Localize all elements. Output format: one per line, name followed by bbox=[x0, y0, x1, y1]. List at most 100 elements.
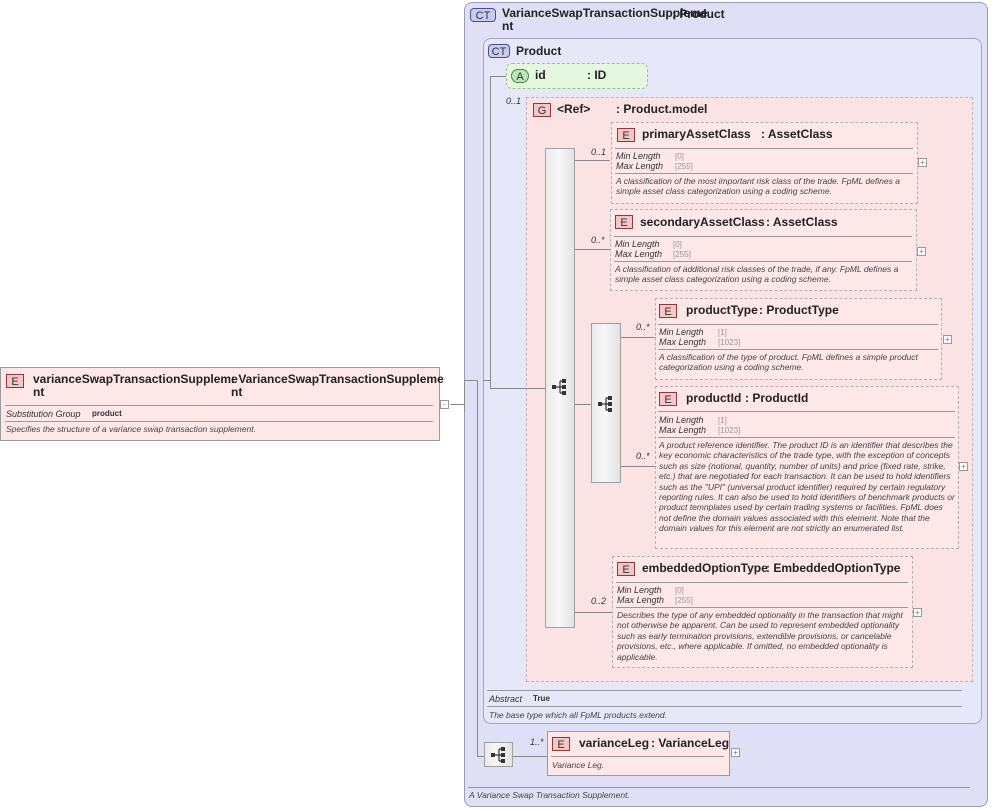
max-length-value: [1023] bbox=[718, 426, 741, 435]
divider bbox=[658, 437, 955, 438]
element-type: : ProductType bbox=[759, 303, 839, 317]
divider bbox=[615, 173, 913, 174]
collapse-icon[interactable]: - bbox=[440, 400, 449, 409]
max-length-label: Max Length bbox=[659, 425, 707, 435]
divider bbox=[658, 349, 938, 350]
element-name: embeddedOptionType bbox=[642, 561, 768, 575]
connector bbox=[490, 76, 506, 77]
min-length-value: [1] bbox=[718, 416, 727, 425]
group-cardinality: 0..1 bbox=[506, 96, 522, 106]
divider bbox=[658, 411, 955, 412]
connector bbox=[575, 160, 610, 161]
expand-icon[interactable]: + bbox=[943, 335, 952, 344]
expand-icon[interactable]: + bbox=[959, 462, 968, 471]
sequence-icon bbox=[491, 747, 505, 763]
element-type: : ProductId bbox=[745, 391, 809, 405]
element-type: : EmbeddedOptionType bbox=[766, 561, 901, 575]
min-length-value: [0] bbox=[675, 152, 684, 161]
group-type: : Product.model bbox=[616, 102, 708, 116]
group-badge: G bbox=[533, 103, 551, 117]
connector bbox=[477, 380, 478, 756]
element-badge: E bbox=[617, 128, 635, 142]
attribute-name: id bbox=[535, 68, 546, 82]
connector bbox=[575, 249, 610, 250]
substitution-group-value: product bbox=[92, 409, 122, 418]
cardinality-variance-leg: 1..* bbox=[530, 737, 544, 747]
cardinality-embedded-option-type: 0..2 bbox=[591, 596, 607, 606]
root-element-description: Specifies the structure of a variance sw… bbox=[6, 424, 256, 434]
connector bbox=[575, 404, 591, 405]
min-length-label: Min Length bbox=[659, 415, 704, 425]
min-length-label: Min Length bbox=[615, 239, 660, 249]
element-name: secondaryAssetClass bbox=[640, 215, 765, 229]
min-length-value: [0] bbox=[673, 240, 682, 249]
min-length-value: [0] bbox=[675, 586, 684, 595]
cardinality-secondary-asset-class: 0..* bbox=[591, 235, 605, 245]
connector bbox=[464, 380, 478, 381]
element-type: : AssetClass bbox=[761, 127, 833, 141]
max-length-value: [1023] bbox=[718, 338, 741, 347]
divider bbox=[468, 787, 970, 788]
divider bbox=[616, 582, 908, 583]
min-length-label: Min Length bbox=[659, 327, 704, 337]
product-description: The base type which all FpML products ex… bbox=[489, 710, 667, 720]
max-length-value: [255] bbox=[675, 162, 693, 171]
complex-type-description: A Variance Swap Transaction Supplement. bbox=[469, 790, 630, 800]
complex-type-badge: CT bbox=[470, 8, 496, 22]
element-description: Variance Leg. bbox=[552, 760, 605, 770]
min-length-value: [1] bbox=[718, 328, 727, 337]
attribute-type: : ID bbox=[587, 68, 607, 82]
element-badge: E bbox=[552, 737, 570, 751]
element-description: A product reference identifier. The prod… bbox=[659, 440, 955, 534]
abstract-value: True bbox=[533, 694, 550, 703]
divider bbox=[5, 421, 433, 422]
connector bbox=[575, 612, 612, 613]
product-type-badge: CT bbox=[488, 44, 510, 58]
element-badge: E bbox=[659, 304, 677, 318]
divider bbox=[5, 405, 433, 406]
expand-icon[interactable]: + bbox=[918, 158, 927, 167]
complex-type-base: : Product bbox=[672, 7, 725, 21]
element-name: productType bbox=[686, 303, 758, 317]
group-ref: <Ref> bbox=[557, 102, 591, 116]
connector bbox=[450, 404, 464, 405]
choice-icon bbox=[598, 396, 612, 412]
max-length-value: [255] bbox=[675, 596, 693, 605]
root-element-badge: E bbox=[6, 374, 24, 388]
cardinality-product-id: 0..* bbox=[636, 451, 650, 461]
element-name: varianceLeg bbox=[579, 736, 650, 750]
connector bbox=[464, 380, 465, 412]
connector bbox=[490, 76, 491, 388]
element-name: primaryAssetClass bbox=[642, 127, 751, 141]
product-type-name: Product bbox=[516, 44, 562, 58]
connector bbox=[490, 388, 545, 389]
connector bbox=[513, 756, 547, 757]
expand-icon[interactable]: + bbox=[731, 748, 740, 757]
root-element-name: varianceSwapTransactionSuppleme nt bbox=[33, 372, 238, 399]
min-length-label: Min Length bbox=[616, 151, 661, 161]
element-badge: E bbox=[659, 392, 677, 406]
connector bbox=[621, 466, 655, 467]
expand-icon[interactable]: + bbox=[917, 247, 926, 256]
max-length-label: Max Length bbox=[615, 249, 663, 259]
max-length-label: Max Length bbox=[617, 595, 665, 605]
connector bbox=[621, 337, 655, 338]
divider bbox=[615, 148, 913, 149]
element-badge: E bbox=[615, 215, 633, 229]
cardinality-product-type: 0..* bbox=[636, 322, 650, 332]
element-description: A classification of the type of product.… bbox=[659, 352, 918, 373]
divider bbox=[614, 236, 912, 237]
element-description: A classification of the most important r… bbox=[616, 176, 900, 197]
max-length-label: Max Length bbox=[659, 337, 707, 347]
expand-icon[interactable]: + bbox=[913, 608, 922, 617]
divider bbox=[658, 324, 938, 325]
element-description: A classification of additional risk clas… bbox=[615, 264, 899, 285]
substitution-group-label: Substitution Group bbox=[6, 409, 81, 419]
abstract-label: Abstract bbox=[489, 694, 523, 704]
element-description: Describes the type of any embedded optio… bbox=[617, 610, 903, 662]
root-element-type: : VarianceSwapTransactionSuppleme nt bbox=[231, 372, 444, 399]
element-name: productId bbox=[686, 391, 742, 405]
max-length-value: [255] bbox=[673, 250, 691, 259]
divider bbox=[616, 607, 908, 608]
max-length-label: Max Length bbox=[616, 161, 664, 171]
